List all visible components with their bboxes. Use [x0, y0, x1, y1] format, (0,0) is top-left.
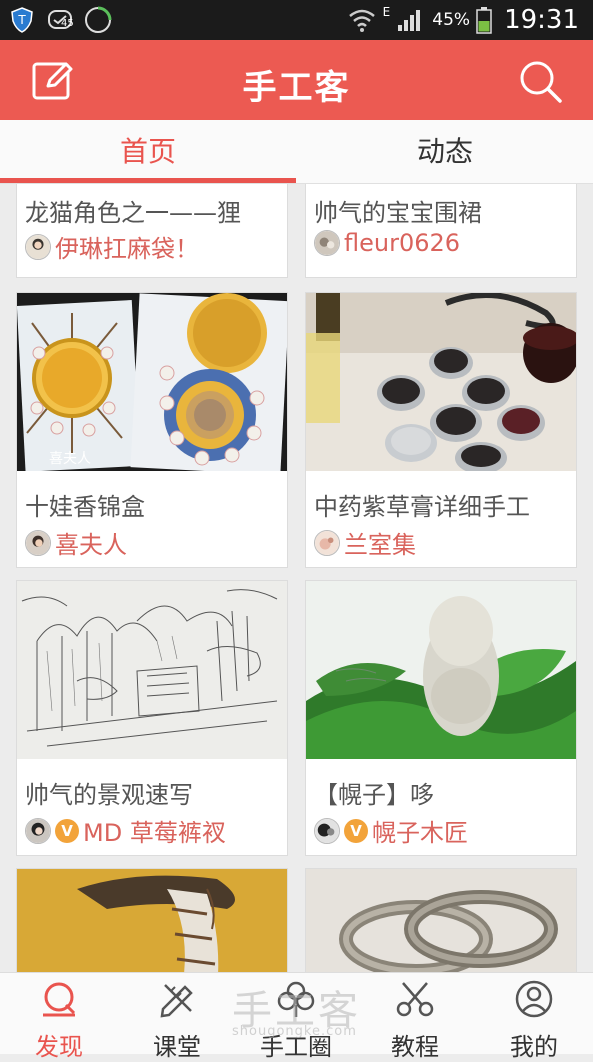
notification-badge-count: 45 [61, 18, 74, 29]
card-author-name: MD 草莓裤衩 [83, 819, 226, 847]
card-author-name: 喜夫人 [55, 531, 127, 559]
card-author[interactable]: 喜夫人 [25, 525, 127, 560]
card-title: 帅气的景观速写 [25, 781, 193, 809]
app-title: 手工客 [242, 68, 351, 108]
card-author[interactable]: fleur0626 [314, 229, 460, 257]
card-author-name: 兰室集 [344, 531, 416, 559]
nav-discover[interactable]: 发现 [0, 973, 118, 1061]
verified-badge: V [344, 818, 368, 843]
card-image-art [306, 869, 576, 972]
card-title: 十娃香锦盒 [25, 493, 145, 521]
card-image-art [17, 581, 287, 759]
card-image-art [306, 581, 576, 759]
nav-label: 发现 [35, 1033, 83, 1061]
card-image[interactable] [17, 581, 287, 759]
search-button[interactable] [517, 58, 563, 104]
wifi-icon [348, 9, 375, 32]
battery-percent: 45% [432, 10, 471, 30]
card-author-name: 幌子木匠 [372, 819, 468, 847]
card-title: 中药紫草膏详细手工 [314, 493, 530, 521]
shield-app-icon: T [8, 6, 36, 34]
card-author-name: fleur0626 [344, 229, 461, 257]
nav-profile[interactable]: 我的 [475, 973, 593, 1061]
avatar [25, 233, 51, 260]
nav-label: 课堂 [153, 1033, 201, 1061]
app-bar: 手工客 [0, 40, 593, 120]
card-image-art: 喜夫人 [17, 293, 287, 471]
top-tabs: 首页 动态 [0, 120, 593, 184]
card-image[interactable]: 喜夫人 [17, 293, 287, 471]
svg-text:T: T [17, 13, 26, 27]
avatar [314, 230, 340, 256]
feed-card[interactable]: 喜夫人 十娃香锦盒 喜夫人 [16, 292, 288, 568]
card-author[interactable]: 伊琳扛麻袋！ [25, 229, 199, 264]
feed-card[interactable]: 【幌子】哆 V 幌子木匠 [305, 580, 577, 856]
card-image[interactable] [306, 581, 576, 759]
image-caption: 喜夫人 [49, 451, 91, 467]
feed-card[interactable] [16, 868, 288, 972]
feed-grid: 龙猫角色之一——狸 伊琳扛麻袋！ 帅气的宝宝围裙 fleur0626 喜夫人 十… [0, 184, 593, 972]
tab-indicator [0, 178, 296, 183]
avatar [25, 817, 51, 844]
feed-card[interactable]: 帅气的宝宝围裙 fleur0626 [305, 184, 577, 278]
card-image-art [306, 293, 576, 471]
signal-icon [398, 10, 421, 31]
feed-card[interactable]: 中药紫草膏详细手工 兰室集 [305, 292, 577, 568]
card-author[interactable]: V 幌子木匠 [314, 813, 468, 848]
card-author-name: 伊琳扛麻袋！ [55, 235, 199, 263]
scissors-icon [396, 982, 434, 1017]
feed-card[interactable] [305, 868, 577, 972]
feed-card[interactable]: 帅气的景观速写 V MD 草莓裤衩 [16, 580, 288, 856]
card-author[interactable]: V MD 草莓裤衩 [25, 813, 226, 848]
search-icon [520, 61, 562, 103]
tab-home[interactable]: 首页 [0, 120, 296, 184]
card-title: 帅气的宝宝围裙 [314, 199, 482, 227]
clock: 19:31 [504, 5, 579, 35]
discover-icon [43, 982, 76, 1017]
card-image[interactable] [306, 293, 576, 471]
card-title: 龙猫角色之一——狸 [25, 199, 241, 227]
nav-label: 教程 [391, 1033, 439, 1061]
nav-classroom[interactable]: 课堂 [118, 973, 236, 1061]
avatar [314, 529, 340, 556]
watermark-url: shougongke.com [232, 1024, 357, 1039]
nav-tutorial[interactable]: 教程 [356, 973, 474, 1061]
avatar [25, 529, 51, 556]
nav-label: 我的 [510, 1033, 558, 1061]
avatar [314, 817, 340, 844]
network-type: E [382, 5, 391, 19]
card-image-art [17, 869, 287, 972]
status-bar: T 45 E 45% 19:31 [0, 0, 593, 40]
card-author[interactable]: 兰室集 [314, 525, 416, 560]
card-title: 【幌子】哆 [314, 781, 434, 809]
verified-badge: V [55, 818, 79, 843]
user-icon [515, 980, 553, 1018]
battery-icon [476, 7, 492, 34]
feed-card[interactable]: 龙猫角色之一——狸 伊琳扛麻袋！ [16, 184, 288, 278]
notification-badge-icon: 45 [61, 6, 112, 34]
tab-activity[interactable]: 动态 [297, 120, 593, 184]
pencil-ruler-icon [160, 984, 193, 1018]
card-image[interactable] [306, 869, 576, 972]
card-image[interactable] [17, 869, 287, 972]
